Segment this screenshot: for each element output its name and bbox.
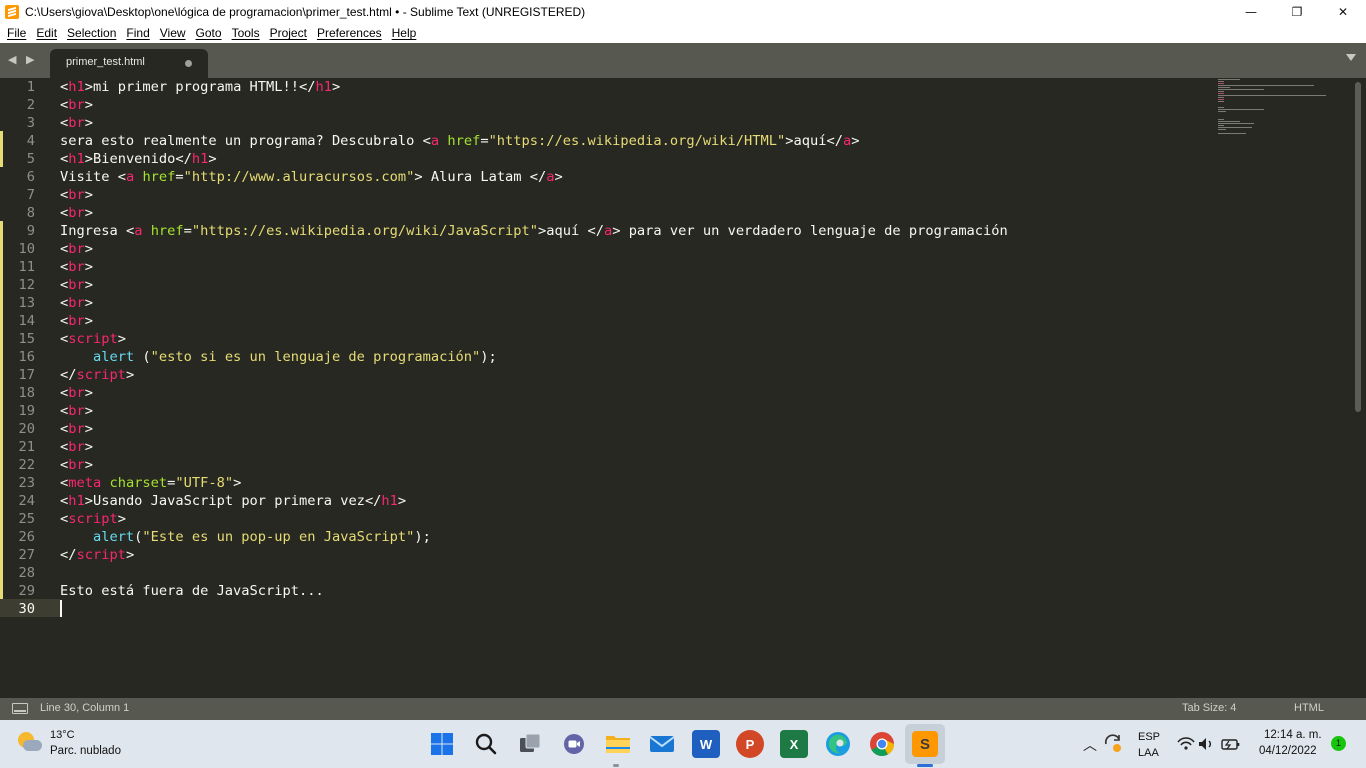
edge-icon[interactable]	[824, 730, 852, 758]
panel-toggle-icon[interactable]	[12, 703, 28, 714]
notification-badge[interactable]: 1	[1331, 736, 1346, 751]
tab-dropdown-icon[interactable]	[1346, 54, 1356, 61]
keyboard-layout-indicator[interactable]: LAA	[1138, 747, 1159, 759]
code-line: 23 <meta charset="UTF-8">	[18, 475, 242, 491]
code-line: 12 <br>	[18, 277, 93, 293]
menu-selection[interactable]: Selection	[62, 26, 121, 40]
quick-settings[interactable]	[1176, 734, 1240, 754]
text-cursor	[60, 600, 62, 617]
language-indicator[interactable]: ESP	[1138, 731, 1160, 743]
tab-label: primer_test.html	[66, 56, 145, 68]
vertical-scrollbar[interactable]	[1355, 82, 1361, 412]
menu-bar: File Edit Selection Find View Goto Tools…	[0, 23, 1366, 43]
menu-preferences[interactable]: Preferences	[312, 26, 387, 40]
code-line: 24 <h1>Usando JavaScript por primera vez<…	[18, 493, 407, 509]
code-line: 8 <br>	[26, 205, 93, 221]
tab-primer-test[interactable]: primer_test.html	[50, 49, 208, 78]
code-line: 5 <h1>Bienvenido</h1>	[26, 151, 217, 167]
powerpoint-icon[interactable]: P	[736, 730, 764, 758]
cursor-position: Line 30, Column 1	[40, 702, 130, 714]
code-line: 15 <script>	[18, 331, 126, 347]
update-icon[interactable]	[1103, 733, 1123, 753]
editor-area[interactable]: 1 <h1>mi primer programa HTML!!</h1> 2 <br…	[0, 78, 1366, 698]
tab-bar: ◀ ▶ primer_test.html	[0, 43, 1366, 78]
word-icon[interactable]: W	[692, 730, 720, 758]
sublime-taskbar-button[interactable]: S	[905, 724, 945, 764]
code-line: 21 <br>	[18, 439, 93, 455]
unsaved-dot-icon[interactable]	[185, 60, 192, 67]
chat-icon[interactable]	[560, 730, 588, 758]
menu-goto[interactable]: Goto	[191, 26, 227, 40]
weather-desc[interactable]: Parc. nublado	[50, 745, 121, 757]
mail-icon[interactable]	[648, 730, 676, 758]
start-icon[interactable]	[428, 730, 456, 758]
menu-help[interactable]: Help	[387, 26, 422, 40]
excel-icon[interactable]: X	[780, 730, 808, 758]
code-line: 19 <br>	[18, 403, 93, 419]
tab-nav-arrows-icon[interactable]: ◀ ▶	[8, 53, 37, 66]
minimap[interactable]	[1218, 78, 1348, 148]
code-line: 20 <br>	[18, 421, 93, 437]
menu-file[interactable]: File	[2, 26, 31, 40]
menu-view[interactable]: View	[155, 26, 191, 40]
menu-find[interactable]: Find	[121, 26, 154, 40]
window-controls: — ❐ ✕	[1228, 0, 1366, 23]
menu-edit[interactable]: Edit	[31, 26, 62, 40]
clock-date[interactable]: 04/12/2022	[1259, 745, 1317, 757]
code-line: 29 Esto está fuera de JavaScript...	[18, 583, 324, 599]
code-line: 7 <br>	[26, 187, 93, 203]
code-line: 27 </script>	[18, 547, 135, 563]
code-line: 28	[18, 565, 35, 581]
window-title: C:\Users\giova\Desktop\one\lógica de pro…	[25, 4, 586, 19]
code-line: 4 sera esto realmente un programa? Descub…	[26, 133, 860, 149]
code-line: 26 alert("Este es un pop-up en JavaScrip…	[18, 529, 431, 545]
syntax-indicator[interactable]: HTML	[1294, 702, 1324, 714]
chrome-icon[interactable]	[868, 730, 896, 758]
close-button[interactable]: ✕	[1320, 0, 1366, 23]
sublime-text-icon	[5, 4, 19, 19]
code-line: 1 <h1>mi primer programa HTML!!</h1>	[26, 79, 341, 95]
clock-time[interactable]: 12:14 a. m.	[1264, 729, 1322, 741]
code-line: 9 Ingresa <a href="https://es.wikipedia.o…	[26, 223, 1008, 239]
tab-size-indicator[interactable]: Tab Size: 4	[1182, 702, 1236, 714]
code-line: 3 <br>	[26, 115, 93, 131]
running-indicator	[613, 764, 619, 767]
active-indicator	[917, 764, 933, 767]
maximize-button[interactable]: ❐	[1274, 0, 1320, 23]
code-line: 13 <br>	[18, 295, 93, 311]
sublime-icon: S	[912, 731, 938, 757]
file-explorer-icon[interactable]	[604, 730, 632, 758]
tray-overflow-icon[interactable]: ︿	[1083, 735, 1097, 755]
code-line: 16 alert ("esto si es un lenguaje de pro…	[18, 349, 497, 365]
code-line: 22 <br>	[18, 457, 93, 473]
minimize-button[interactable]: —	[1228, 0, 1274, 23]
code-line: 25 <script>	[18, 511, 126, 527]
title-bar: C:\Users\giova\Desktop\one\lógica de pro…	[0, 0, 1366, 23]
code-line: 2 <br>	[26, 97, 93, 113]
weather-icon[interactable]	[18, 732, 42, 754]
code-line: 14 <br>	[18, 313, 93, 329]
code-line: 11 <br>	[18, 259, 93, 275]
code-line: 17 </script>	[18, 367, 135, 383]
weather-temp[interactable]: 13°C	[50, 729, 75, 741]
status-bar: Line 30, Column 1 Tab Size: 4 HTML	[0, 698, 1366, 720]
menu-tools[interactable]: Tools	[227, 26, 265, 40]
code-line-current: 30	[18, 601, 35, 617]
code-line: 18 <br>	[18, 385, 93, 401]
wifi-volume-battery-icon	[1177, 737, 1240, 750]
windows-taskbar: 13°C Parc. nublado W P X S ︿ ESP LAA 12:…	[0, 720, 1366, 768]
menu-project[interactable]: Project	[265, 26, 312, 40]
task-view-icon[interactable]	[516, 730, 544, 758]
search-icon[interactable]	[472, 730, 500, 758]
code-line: 10 <br>	[18, 241, 93, 257]
code-line: 6 Visite <a href="http://www.aluracursos.…	[26, 169, 563, 185]
